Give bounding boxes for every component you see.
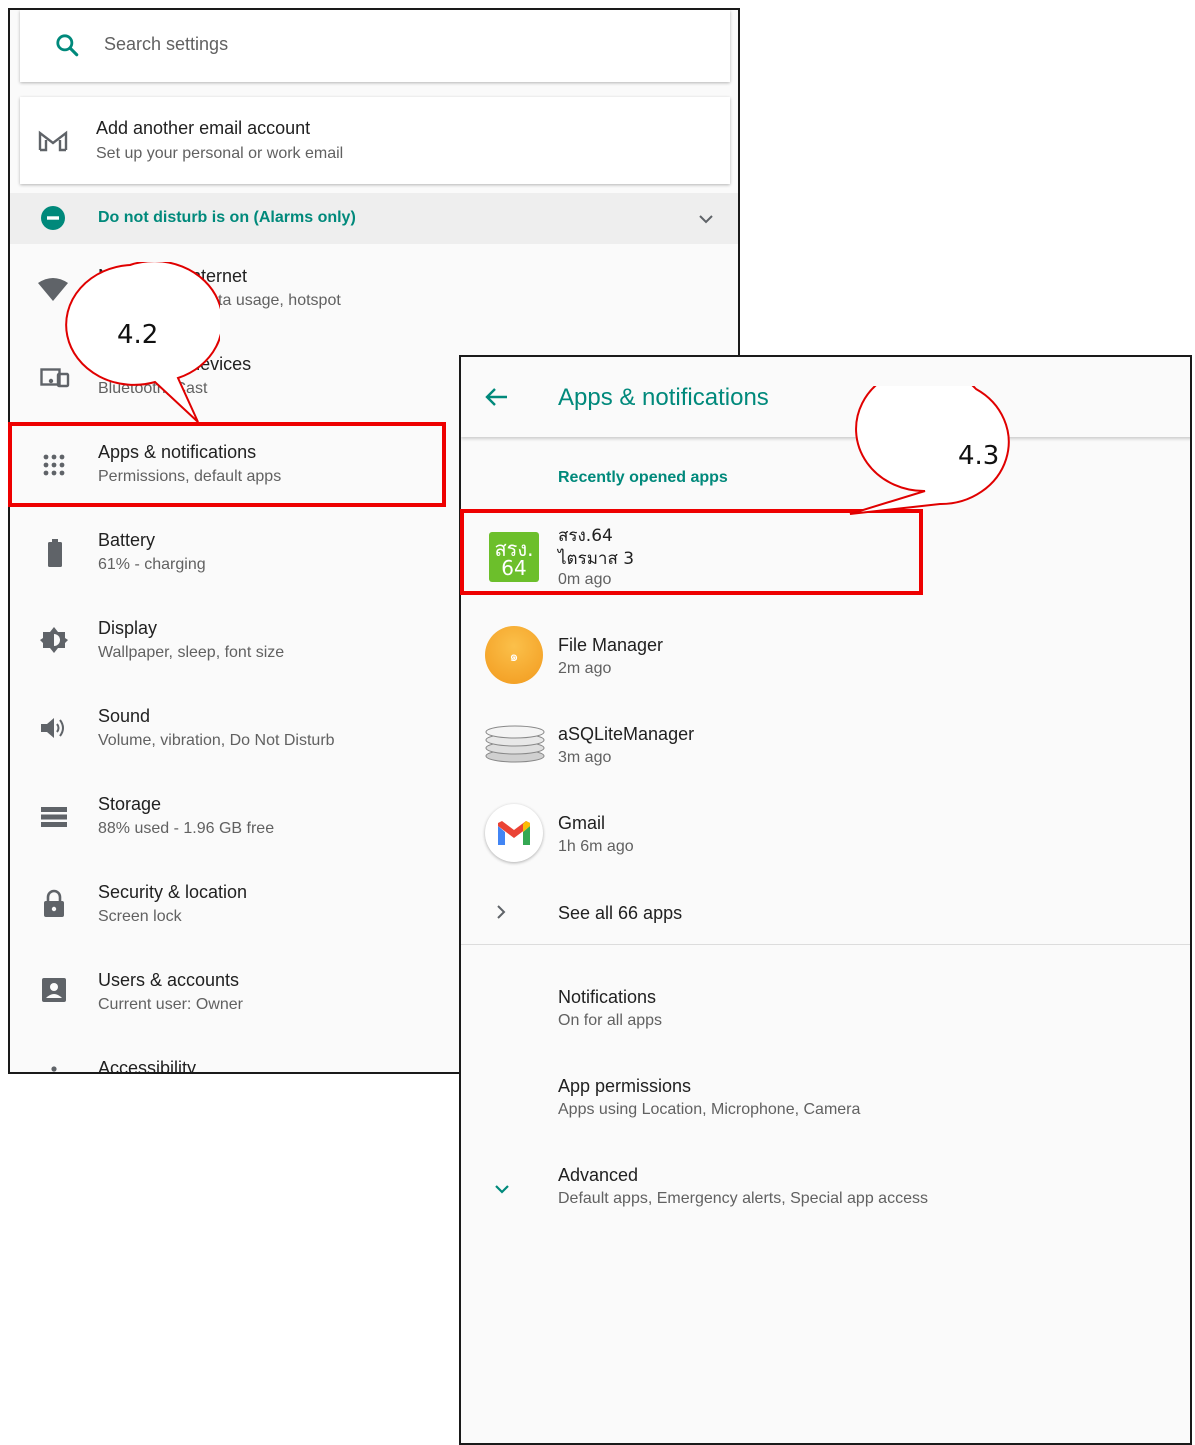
suggestion-subtitle: Set up your personal or work email xyxy=(96,145,344,162)
chevron-down-icon[interactable] xyxy=(698,213,714,225)
lock-icon xyxy=(44,889,64,917)
item-title: Display xyxy=(98,618,158,638)
app-bar: Apps & notifications xyxy=(461,357,1190,437)
see-all-apps[interactable]: See all 66 apps xyxy=(461,892,1190,942)
suggestion-title: Add another email account xyxy=(96,118,311,138)
advanced-item[interactable]: Advanced Default apps, Emergency alerts,… xyxy=(461,1157,1190,1227)
item-title: Accessibility xyxy=(98,1058,197,1074)
item-subtitle: 88% used - 1.96 GB free xyxy=(98,820,275,837)
app-name: File Manager xyxy=(558,635,664,655)
back-arrow-icon[interactable] xyxy=(485,387,509,407)
app-name: Gmail xyxy=(558,813,606,833)
accessibility-icon xyxy=(51,1066,57,1072)
callout-label-right: 4.3 xyxy=(958,441,1000,471)
app-name: aSQLiteManager xyxy=(558,724,695,744)
dnd-text: Do not disturb is on (Alarms only) xyxy=(98,209,356,226)
item-title: App permissions xyxy=(558,1076,692,1096)
app-time: 3m ago xyxy=(558,749,612,766)
item-title: Battery xyxy=(98,530,156,550)
item-subtitle: Default apps, Emergency alerts, Special … xyxy=(558,1190,928,1207)
item-subtitle: Wallpaper, sleep, font size xyxy=(98,644,285,661)
notifications-item[interactable]: Notifications On for all apps xyxy=(461,977,1190,1047)
item-subtitle: Screen lock xyxy=(98,908,182,925)
suggestion-card[interactable]: Add another email account Set up your pe… xyxy=(20,97,730,184)
highlight-apps-notifications xyxy=(8,422,446,507)
item-title: Security & location xyxy=(98,882,248,902)
brightness-icon xyxy=(40,627,68,653)
gmail-outline-icon xyxy=(38,130,68,152)
divider xyxy=(461,944,1190,945)
recent-app-item[interactable]: aSQLiteManager 3m ago xyxy=(461,712,1190,792)
item-subtitle: Volume, vibration, Do Not Disturb xyxy=(98,732,335,749)
gmail-icon xyxy=(485,804,543,862)
item-subtitle: Apps using Location, Microphone, Camera xyxy=(558,1101,861,1118)
recent-app-item[interactable]: ๑ File Manager 2m ago xyxy=(461,622,1190,702)
item-subtitle: On for all apps xyxy=(558,1012,663,1029)
account-icon xyxy=(42,978,66,1002)
search-icon xyxy=(56,34,79,57)
app-time: 1h 6m ago xyxy=(558,838,634,855)
database-icon xyxy=(485,725,545,763)
storage-icon xyxy=(41,807,67,827)
callout-label-left: 4.2 xyxy=(117,320,159,350)
dnd-banner[interactable]: Do not disturb is on (Alarms only) xyxy=(10,193,738,244)
chevron-down-icon xyxy=(495,1185,509,1194)
highlight-recent-app xyxy=(460,509,923,595)
item-subtitle: 61% - charging xyxy=(98,556,206,573)
item-title: Advanced xyxy=(558,1165,639,1185)
app-time: 2m ago xyxy=(558,660,612,677)
callout-bubble-right xyxy=(849,386,1010,515)
section-header: Recently opened apps xyxy=(558,469,728,486)
file-manager-icon: ๑ xyxy=(485,626,543,684)
item-subtitle: Current user: Owner xyxy=(98,996,243,1013)
volume-icon xyxy=(41,718,64,738)
dnd-icon xyxy=(41,206,65,230)
item-title: Storage xyxy=(98,794,162,814)
item-title: Sound xyxy=(98,706,151,726)
item-title: Users & accounts xyxy=(98,970,240,990)
chevron-right-icon xyxy=(497,905,506,919)
battery-icon xyxy=(48,539,62,567)
see-all-label: See all 66 apps xyxy=(558,903,683,923)
item-title: Notifications xyxy=(558,987,657,1007)
page-title: Apps & notifications xyxy=(558,384,769,411)
search-bar[interactable]: Search settings xyxy=(20,10,730,82)
search-placeholder: Search settings xyxy=(104,34,229,54)
app-permissions-item[interactable]: App permissions Apps using Location, Mic… xyxy=(461,1067,1190,1137)
recent-app-item[interactable]: Gmail 1h 6m ago xyxy=(461,802,1190,882)
